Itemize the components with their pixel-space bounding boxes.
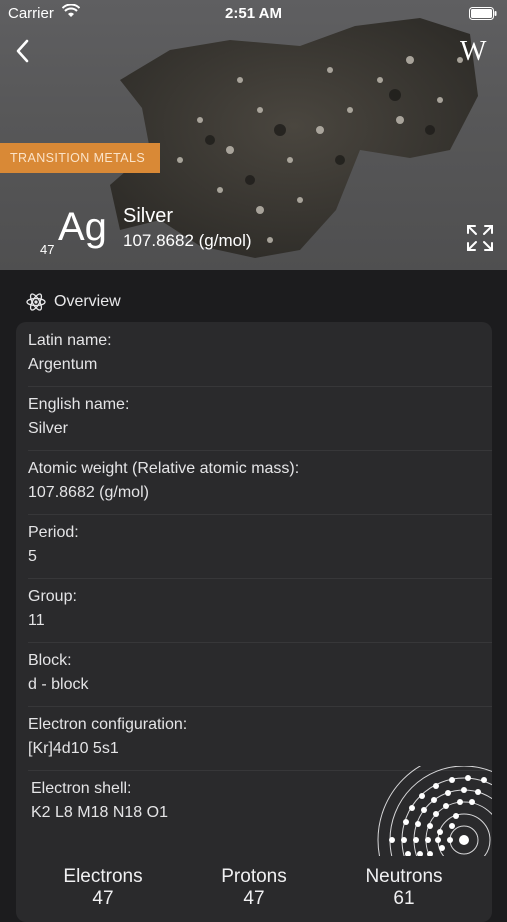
count-label: Electrons [63, 866, 143, 887]
row-label: Electron shell: [31, 780, 132, 797]
list-item: Block: d - block [16, 642, 492, 706]
expand-icon[interactable] [466, 224, 494, 252]
count-value: 47 [92, 888, 114, 909]
row-value: Silver [28, 420, 69, 437]
atomic-number: 47 [40, 242, 55, 257]
count-value: 61 [393, 888, 415, 909]
row-value: 107.8682 (g/mol) [28, 484, 149, 501]
element-symbol: Ag [58, 205, 107, 249]
section-title: Overview [54, 293, 121, 310]
element-name: Silver [123, 205, 174, 227]
overview-card: Latin name: Argentum English name: Silve… [16, 322, 492, 922]
element-mass: 107.8682 (g/mol) [123, 231, 252, 250]
row-label: Period: [28, 524, 79, 541]
row-value: [Kr]4d10 5s1 [28, 740, 119, 757]
list-item: Latin name: Argentum [16, 322, 492, 386]
particle-counts: Electrons 47 Protons 47 Neutrons 61 [16, 866, 492, 909]
row-value: d - block [28, 676, 89, 693]
back-chevron-icon[interactable] [10, 36, 40, 66]
battery-icon [469, 7, 497, 20]
row-value: Argentum [28, 356, 98, 373]
row-label: English name: [28, 396, 130, 413]
status-time: 2:51 AM [225, 5, 282, 22]
row-label: Electron configuration: [28, 716, 188, 733]
list-item: Atomic weight (Relative atomic mass): 10… [16, 450, 492, 514]
category-badge: TRANSITION METALS [0, 143, 160, 173]
electron-shell-diagram [377, 766, 492, 856]
row-label: Latin name: [28, 332, 112, 349]
count-label: Protons [221, 866, 287, 887]
atom-icon [26, 293, 46, 311]
list-item: Period: 5 [16, 514, 492, 578]
row-label: Group: [28, 588, 77, 605]
row-label: Block: [28, 652, 72, 669]
row-value: 11 [28, 612, 45, 629]
count-label: Neutrons [365, 866, 443, 887]
electrons-count: Electrons 47 [33, 866, 173, 910]
row-value: K2 L8 M18 N18 O1 [31, 804, 168, 821]
list-item: Group: 11 [16, 578, 492, 642]
wikipedia-icon[interactable]: W [460, 36, 486, 68]
list-item: English name: Silver [16, 386, 492, 450]
neutrons-count: Neutrons 61 [334, 866, 474, 910]
status-bar: Carrier 2:51 AM [0, 0, 507, 28]
row-value: 5 [28, 548, 37, 565]
count-value: 47 [243, 888, 265, 909]
row-label: Atomic weight (Relative atomic mass): [28, 460, 300, 477]
list-item: Electron configuration: [Kr]4d10 5s1 [16, 706, 492, 770]
protons-count: Protons 47 [184, 866, 324, 910]
